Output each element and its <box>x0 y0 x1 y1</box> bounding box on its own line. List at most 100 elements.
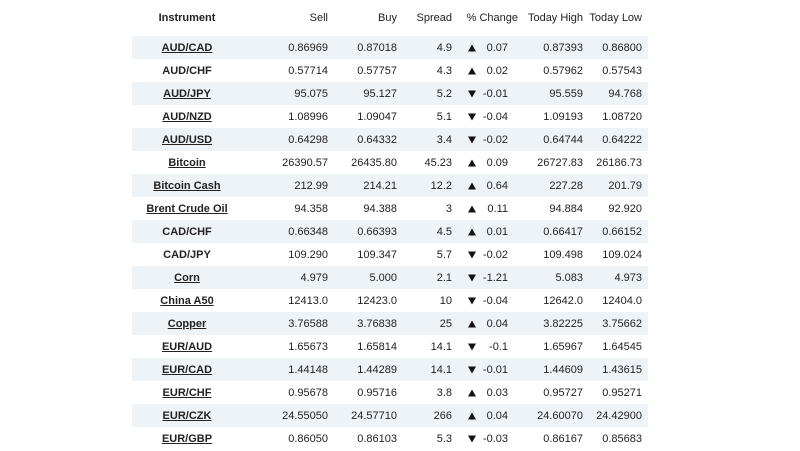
change-value: 0.04 <box>486 409 508 422</box>
change-cell: -0.01 <box>452 82 518 105</box>
arrow-up-icon <box>468 389 476 396</box>
buy-price: 109.347 <box>357 248 397 261</box>
change-cell: -0.03 <box>452 427 518 450</box>
instrument-link[interactable]: EUR/CHF <box>163 387 212 399</box>
change-cell: 0.02 <box>452 59 518 82</box>
table-row[interactable]: Brent Crude Oil 94.358 94.388 3 0.11 94.884 92… <box>132 197 648 220</box>
arrow-down-icon <box>468 136 476 143</box>
change-value: 0.11 <box>487 202 508 215</box>
spread-value: 4.5 <box>436 225 452 238</box>
instrument-cell: China A50 <box>132 289 242 312</box>
arrow-up-icon <box>468 228 476 235</box>
sell-price: 212.99 <box>294 179 328 192</box>
today-high: 24.60070 <box>537 409 583 422</box>
instrument-cell: Bitcoin <box>132 151 242 174</box>
header-instrument[interactable]: Instrument <box>132 0 242 36</box>
table-row[interactable]: CAD/JPY 109.290 109.347 5.7 -0.02 109.498 109.… <box>132 243 648 266</box>
table-row[interactable]: Bitcoin 26390.57 26435.80 45.23 0.09 26727.83… <box>132 151 648 174</box>
table-row[interactable]: Corn 4.979 5.000 2.1 -1.21 5.083 4.973 <box>132 266 648 289</box>
spread-value: 5.3 <box>436 432 452 445</box>
change-cell: -0.02 <box>452 128 518 151</box>
today-high: 3.82225 <box>543 317 583 330</box>
instrument-link[interactable]: Brent Crude Oil <box>146 203 227 215</box>
change-cell: 0.09 <box>452 151 518 174</box>
instrument-link[interactable]: EUR/GBP <box>162 433 212 445</box>
table-row[interactable]: Copper 3.76588 3.76838 25 0.04 3.82225 3.75662 <box>132 312 648 335</box>
table-row[interactable]: AUD/JPY 95.075 95.127 5.2 -0.01 95.559 94.768 <box>132 82 648 105</box>
buy-price: 95.127 <box>363 87 397 100</box>
table-row[interactable]: AUD/USD 0.64298 0.64332 3.4 -0.02 0.64744 0.64… <box>132 128 648 151</box>
sell-price: 94.358 <box>294 202 328 215</box>
instrument-link[interactable]: Bitcoin Cash <box>153 180 220 192</box>
today-low: 92.920 <box>608 202 642 215</box>
sell-price: 0.95678 <box>288 386 328 399</box>
instrument-cell: Bitcoin Cash <box>132 174 242 197</box>
today-low: 201.79 <box>608 179 642 192</box>
change-value: -0.1 <box>489 340 508 353</box>
today-high: 1.09193 <box>543 110 583 123</box>
spread-value: 14.1 <box>430 340 452 353</box>
spread-value: 12.2 <box>430 179 452 192</box>
instrument-cell: AUD/CHF <box>132 59 242 82</box>
table-row[interactable]: AUD/CHF 0.57714 0.57757 4.3 0.02 0.57962 0.575… <box>132 59 648 82</box>
table-row[interactable]: EUR/CZK 24.55050 24.57710 266 0.04 24.60070 24… <box>132 404 648 427</box>
table-row[interactable]: EUR/CHF 0.95678 0.95716 3.8 0.03 0.95727 0.952… <box>132 381 648 404</box>
table-body: AUD/CAD 0.86969 0.87018 4.9 0.07 0.87393 0.868… <box>132 36 648 450</box>
today-high: 5.083 <box>555 271 583 284</box>
instrument-link[interactable]: EUR/CZK <box>163 410 212 422</box>
sell-price: 95.075 <box>294 87 328 100</box>
today-low: 0.64222 <box>602 133 642 146</box>
today-high: 0.86167 <box>543 432 583 445</box>
table-row[interactable]: Bitcoin Cash 212.99 214.21 12.2 0.64 227.28 20… <box>132 174 648 197</box>
buy-price: 5.000 <box>369 271 397 284</box>
spread-value: 45.23 <box>424 156 452 169</box>
header-buy[interactable]: Buy <box>328 0 397 36</box>
change-cell: 0.01 <box>452 220 518 243</box>
instrument-cell: Brent Crude Oil <box>132 197 242 220</box>
header-sell[interactable]: Sell <box>242 0 328 36</box>
instrument-link[interactable]: EUR/AUD <box>162 341 212 353</box>
today-low: 1.43615 <box>602 363 642 376</box>
instrument-cell: EUR/GBP <box>132 427 242 450</box>
today-low: 94.768 <box>608 87 642 100</box>
today-high: 12642.0 <box>543 294 583 307</box>
change-value: -0.04 <box>482 294 508 307</box>
instrument-link[interactable]: AUD/USD <box>162 134 212 146</box>
table-row[interactable]: CAD/CHF 0.66348 0.66393 4.5 0.01 0.66417 0.661… <box>132 220 648 243</box>
header-low[interactable]: Today Low <box>583 0 648 36</box>
today-low: 0.85683 <box>602 432 642 445</box>
instrument-link[interactable]: AUD/JPY <box>163 88 211 100</box>
today-low: 1.08720 <box>602 110 642 123</box>
today-high: 0.66417 <box>543 225 583 238</box>
instrument-link[interactable]: Copper <box>168 318 207 330</box>
table-row[interactable]: AUD/NZD 1.08996 1.09047 5.1 -0.04 1.09193 1.08… <box>132 105 648 128</box>
instrument-link[interactable]: China A50 <box>160 295 213 307</box>
header-high[interactable]: Today High <box>518 0 583 36</box>
spread-value: 2.1 <box>436 271 452 284</box>
instrument-cell: CAD/CHF <box>132 220 242 243</box>
table-row[interactable]: China A50 12413.0 12423.0 10 -0.04 12642.0 124… <box>132 289 648 312</box>
change-value: -0.04 <box>482 110 508 123</box>
instrument-link[interactable]: Corn <box>174 272 200 284</box>
instrument-link[interactable]: Bitcoin <box>168 157 205 169</box>
today-high: 1.65967 <box>543 340 583 353</box>
today-high: 94.884 <box>549 202 583 215</box>
change-value: 0.03 <box>486 386 508 399</box>
sell-price: 3.76588 <box>288 317 328 330</box>
header-change[interactable]: % Change <box>452 0 518 36</box>
instrument-link[interactable]: EUR/CAD <box>162 364 212 376</box>
table-row[interactable]: EUR/GBP 0.86050 0.86103 5.3 -0.03 0.86167 0.85… <box>132 427 648 450</box>
table-row[interactable]: EUR/CAD 1.44148 1.44289 14.1 -0.01 1.44609 1.4… <box>132 358 648 381</box>
spread-value: 5.1 <box>436 110 452 123</box>
buy-price: 0.57757 <box>357 64 397 77</box>
spread-value: 5.7 <box>436 248 452 261</box>
today-high: 26727.83 <box>537 156 583 169</box>
instrument-link[interactable]: AUD/CAD <box>162 42 213 54</box>
table-row[interactable]: AUD/CAD 0.86969 0.87018 4.9 0.07 0.87393 0.868… <box>132 36 648 59</box>
header-spread[interactable]: Spread <box>397 0 452 36</box>
instrument-link[interactable]: AUD/NZD <box>162 111 212 123</box>
change-cell: 0.64 <box>452 174 518 197</box>
change-cell: -1.21 <box>452 266 518 289</box>
table-row[interactable]: EUR/AUD 1.65673 1.65814 14.1 -0.1 1.65967 1.64… <box>132 335 648 358</box>
buy-price: 0.95716 <box>357 386 397 399</box>
